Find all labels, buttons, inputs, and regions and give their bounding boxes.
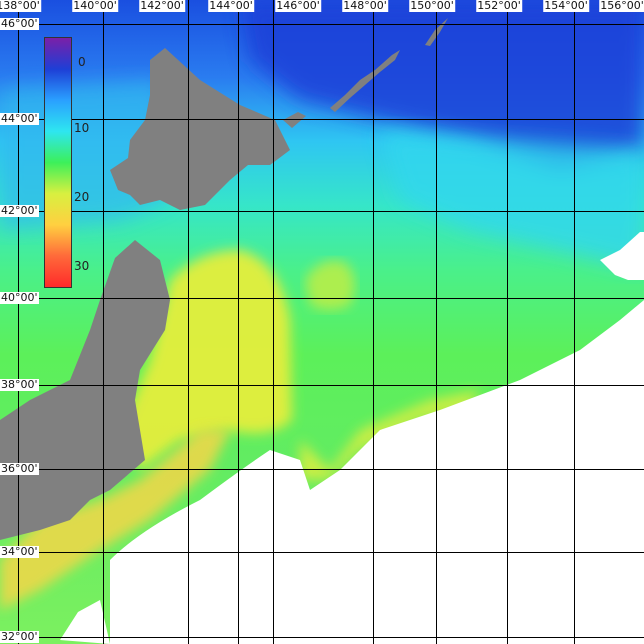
longitude-label: 150°00' xyxy=(409,0,455,12)
latitude-label: 46°00' xyxy=(0,17,39,30)
latitude-label: 38°00' xyxy=(0,378,39,391)
longitude-label: 138°00' xyxy=(0,0,41,12)
longitude-label: 148°00' xyxy=(342,0,388,12)
latitude-label: 32°00' xyxy=(0,630,39,643)
longitude-label: 142°00' xyxy=(139,0,185,12)
sea-surface-temperature-map: 138°00' 140°00' 142°00' 144°00' 146°00' … xyxy=(0,0,644,644)
longitude-label: 144°00' xyxy=(208,0,254,12)
latitude-label: 36°00' xyxy=(0,462,39,475)
longitude-label: 154°00' xyxy=(543,0,589,12)
latitude-label: 40°00' xyxy=(0,291,39,304)
latitude-label: 44°00' xyxy=(0,112,39,125)
legend-label: 20 xyxy=(74,190,90,204)
longitude-label: 156°00' xyxy=(599,0,644,12)
latitude-label: 42°00' xyxy=(0,204,39,217)
legend-label: 10 xyxy=(74,121,90,135)
longitude-label: 146°00' xyxy=(275,0,321,12)
map-canvas xyxy=(0,0,644,644)
legend-label: 0 xyxy=(78,55,86,69)
longitude-label: 140°00' xyxy=(72,0,118,12)
longitude-label: 152°00' xyxy=(476,0,522,12)
latitude-label: 34°00' xyxy=(0,545,39,558)
temperature-legend-bar xyxy=(44,37,72,288)
legend-label: 30 xyxy=(74,259,90,273)
